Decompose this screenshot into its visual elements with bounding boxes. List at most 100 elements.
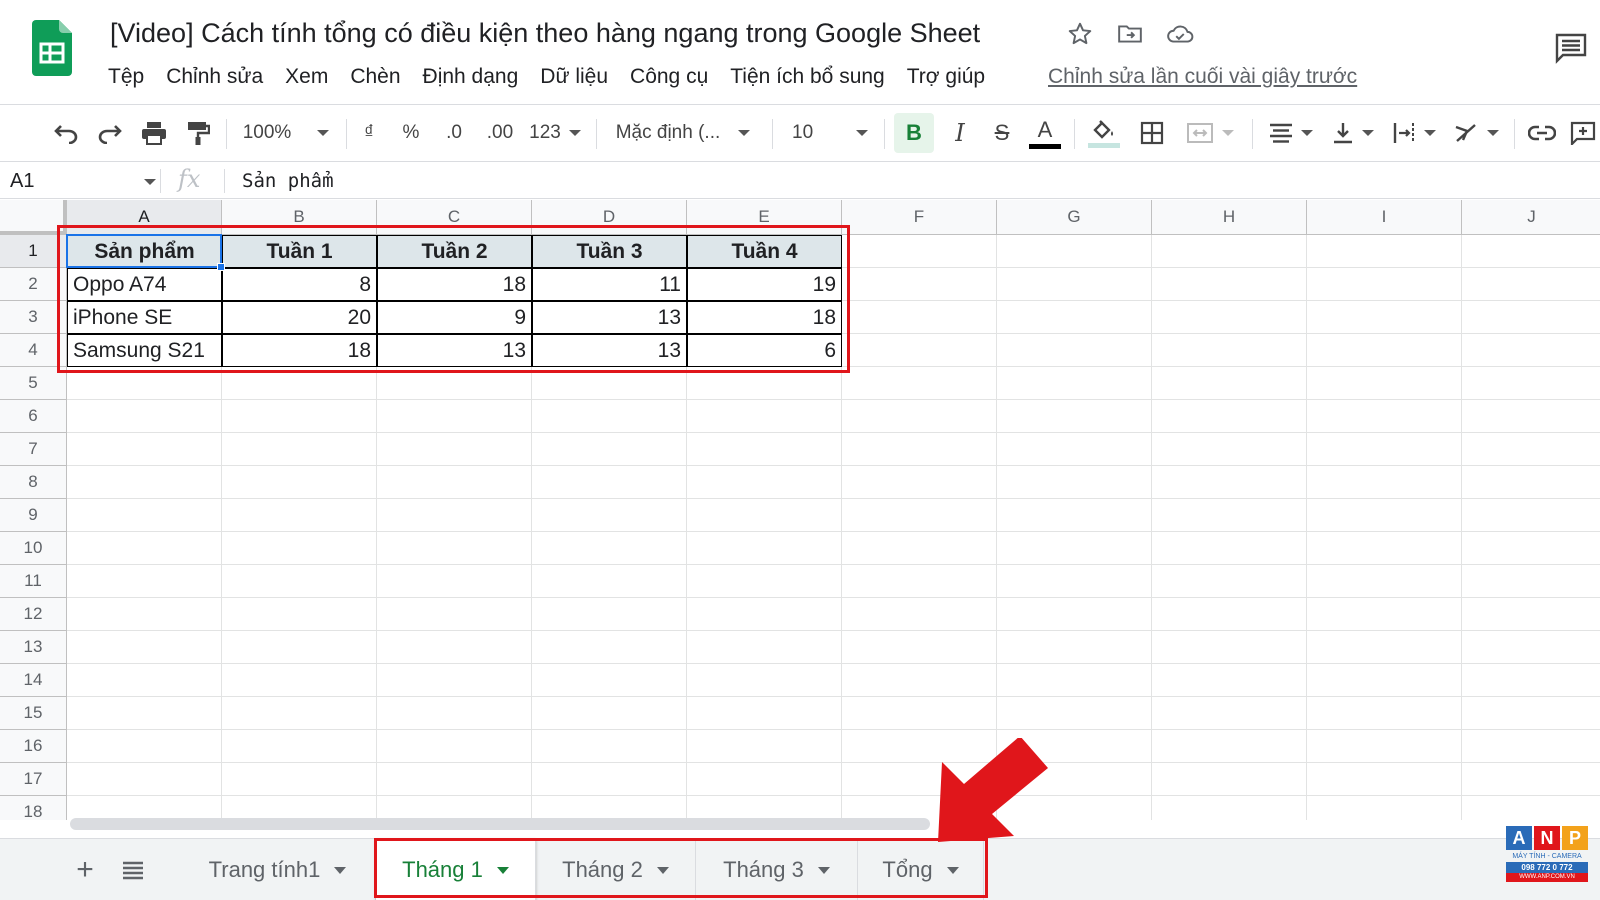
row-header-4[interactable]: 4 (0, 334, 67, 367)
row-header-12[interactable]: 12 (0, 598, 67, 631)
cell-j15[interactable] (1462, 697, 1600, 730)
cell-j18[interactable] (1462, 796, 1600, 820)
cell-c16[interactable] (377, 730, 532, 763)
cell-a5[interactable] (67, 367, 222, 400)
row-header-7[interactable]: 7 (0, 433, 67, 466)
cell-e2[interactable]: 19 (687, 268, 842, 301)
cell-d4[interactable]: 13 (532, 334, 687, 367)
cell-a8[interactable] (67, 466, 222, 499)
column-header-g[interactable]: G (997, 200, 1152, 235)
cell-e8[interactable] (687, 466, 842, 499)
menu-format[interactable]: Định dạng (412, 62, 530, 92)
cell-e16[interactable] (687, 730, 842, 763)
cell-b9[interactable] (222, 499, 377, 532)
cell-i13[interactable] (1307, 631, 1462, 664)
document-title[interactable]: [Video] Cách tính tổng có điều kiện theo… (110, 18, 980, 49)
cell-i11[interactable] (1307, 565, 1462, 598)
cell-h3[interactable] (1152, 301, 1307, 334)
cell-i17[interactable] (1307, 763, 1462, 796)
cell-c12[interactable] (377, 598, 532, 631)
comments-icon[interactable] (1554, 32, 1588, 64)
sheet-tab-tong[interactable]: Tổng (858, 839, 984, 900)
cell-d5[interactable] (532, 367, 687, 400)
cell-g5[interactable] (997, 367, 1152, 400)
cell-i8[interactable] (1307, 466, 1462, 499)
cell-j9[interactable] (1462, 499, 1600, 532)
cell-j1[interactable] (1462, 235, 1600, 268)
cell-f1[interactable] (842, 235, 997, 268)
cell-d15[interactable] (532, 697, 687, 730)
column-header-f[interactable]: F (842, 200, 997, 235)
cell-h18[interactable] (1152, 796, 1307, 820)
borders-icon[interactable] (1134, 113, 1170, 153)
cell-g13[interactable] (997, 631, 1152, 664)
cell-b16[interactable] (222, 730, 377, 763)
row-header-18[interactable]: 18 (0, 796, 67, 820)
cell-b5[interactable] (222, 367, 377, 400)
cell-i3[interactable] (1307, 301, 1462, 334)
cell-i6[interactable] (1307, 400, 1462, 433)
cell-c9[interactable] (377, 499, 532, 532)
cell-g8[interactable] (997, 466, 1152, 499)
cell-b1[interactable]: Tuần 1 (222, 235, 377, 268)
cell-h15[interactable] (1152, 697, 1307, 730)
cell-g12[interactable] (997, 598, 1152, 631)
row-header-10[interactable]: 10 (0, 532, 67, 565)
cell-j6[interactable] (1462, 400, 1600, 433)
formula-input[interactable]: Sản phẩm (242, 167, 334, 195)
row-header-15[interactable]: 15 (0, 697, 67, 730)
cell-g1[interactable] (997, 235, 1152, 268)
menu-edit[interactable]: Chỉnh sửa (155, 62, 274, 92)
cell-j4[interactable] (1462, 334, 1600, 367)
cell-j14[interactable] (1462, 664, 1600, 697)
cell-e9[interactable] (687, 499, 842, 532)
cell-c3[interactable]: 9 (377, 301, 532, 334)
cell-e17[interactable] (687, 763, 842, 796)
row-header-14[interactable]: 14 (0, 664, 67, 697)
cell-d17[interactable] (532, 763, 687, 796)
redo-icon[interactable] (92, 113, 128, 153)
horizontal-scrollbar[interactable] (70, 818, 930, 830)
row-header-3[interactable]: 3 (0, 301, 67, 334)
cell-a2[interactable]: Oppo A74 (67, 268, 222, 301)
cell-c6[interactable] (377, 400, 532, 433)
last-edit-link[interactable]: Chỉnh sửa lần cuối vài giây trước (1048, 62, 1357, 92)
cell-b18[interactable] (222, 796, 377, 820)
cell-h10[interactable] (1152, 532, 1307, 565)
row-header-13[interactable]: 13 (0, 631, 67, 664)
cell-d18[interactable] (532, 796, 687, 820)
fill-color-button[interactable] (1086, 113, 1122, 153)
cell-e10[interactable] (687, 532, 842, 565)
cell-g9[interactable] (997, 499, 1152, 532)
cell-f6[interactable] (842, 400, 997, 433)
cell-b7[interactable] (222, 433, 377, 466)
cell-h11[interactable] (1152, 565, 1307, 598)
google-sheets-logo-icon[interactable] (32, 20, 72, 76)
horizontal-align-icon[interactable] (1262, 113, 1320, 153)
cell-f10[interactable] (842, 532, 997, 565)
cell-b2[interactable]: 8 (222, 268, 377, 301)
column-header-b[interactable]: B (222, 200, 377, 235)
cell-i15[interactable] (1307, 697, 1462, 730)
fill-handle[interactable] (217, 263, 225, 271)
cell-f9[interactable] (842, 499, 997, 532)
cell-d16[interactable] (532, 730, 687, 763)
cell-f3[interactable] (842, 301, 997, 334)
chevron-down-icon[interactable] (946, 866, 959, 874)
cell-a12[interactable] (67, 598, 222, 631)
column-header-a[interactable]: A (67, 200, 222, 235)
cell-a16[interactable] (67, 730, 222, 763)
cell-i16[interactable] (1307, 730, 1462, 763)
cell-f13[interactable] (842, 631, 997, 664)
cell-i1[interactable] (1307, 235, 1462, 268)
cell-b8[interactable] (222, 466, 377, 499)
menu-tools[interactable]: Công cụ (619, 62, 719, 92)
more-formats-select[interactable]: 123 (526, 113, 584, 153)
cell-j17[interactable] (1462, 763, 1600, 796)
text-wrap-icon[interactable] (1386, 113, 1442, 153)
font-size-select[interactable]: 10 (784, 113, 876, 153)
cell-h7[interactable] (1152, 433, 1307, 466)
cell-j8[interactable] (1462, 466, 1600, 499)
cell-a17[interactable] (67, 763, 222, 796)
cell-c11[interactable] (377, 565, 532, 598)
